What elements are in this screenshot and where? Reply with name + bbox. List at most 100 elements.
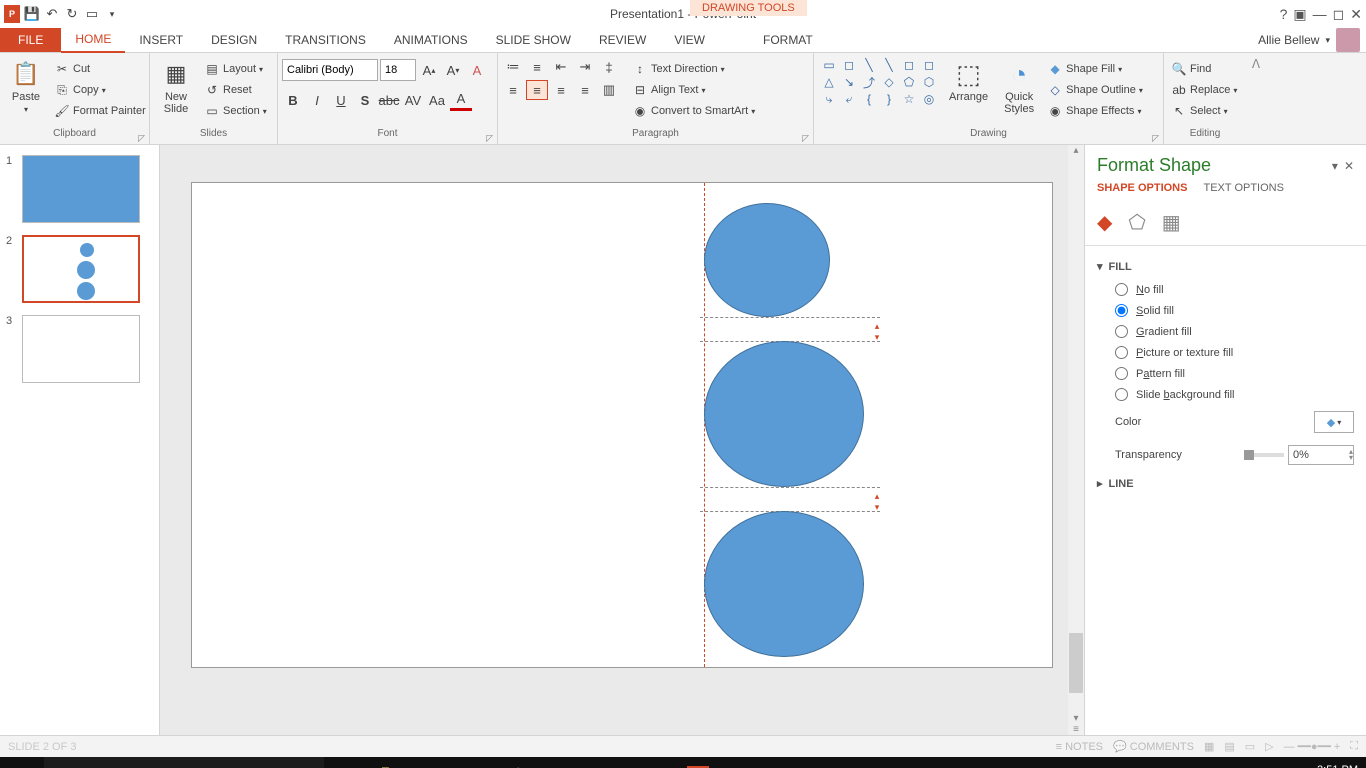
- ribbon-options-icon[interactable]: ▣: [1293, 6, 1306, 23]
- pane-options-icon[interactable]: ▾: [1332, 159, 1338, 173]
- file-explorer-icon[interactable]: 🗀: [368, 757, 412, 768]
- edge-icon[interactable]: e: [412, 757, 456, 768]
- picture-fill-radio[interactable]: Picture or texture fill: [1097, 342, 1354, 363]
- underline-button[interactable]: U: [330, 89, 352, 111]
- gradient-fill-radio[interactable]: Gradient fill: [1097, 321, 1354, 342]
- task-view-icon[interactable]: ◫: [324, 757, 368, 768]
- thumbnail-2[interactable]: 2: [6, 235, 153, 303]
- skype-icon[interactable]: S: [632, 757, 676, 768]
- clipboard-launcher-icon[interactable]: ◸: [138, 133, 145, 144]
- justify-icon[interactable]: ≡: [574, 80, 596, 100]
- maximize-icon[interactable]: ◻: [1333, 6, 1345, 23]
- char-spacing-icon[interactable]: AV: [402, 89, 424, 111]
- powerpoint-taskbar-icon[interactable]: P: [676, 757, 720, 768]
- fill-line-icon[interactable]: ◆: [1097, 210, 1112, 235]
- cut-button[interactable]: ✂Cut: [51, 59, 149, 79]
- columns-icon[interactable]: ▥: [598, 80, 620, 100]
- tab-slideshow[interactable]: SLIDE SHOW: [482, 28, 585, 52]
- tab-view[interactable]: VIEW: [660, 28, 719, 52]
- italic-button[interactable]: I: [306, 89, 328, 111]
- clear-formatting-icon[interactable]: A: [466, 59, 488, 81]
- align-right-icon[interactable]: ≡: [550, 80, 572, 100]
- tab-file[interactable]: FILE: [0, 28, 61, 52]
- store-icon[interactable]: 🛍: [500, 757, 544, 768]
- pane-close-icon[interactable]: ✕: [1344, 159, 1354, 173]
- paragraph-launcher-icon[interactable]: ◸: [802, 133, 809, 144]
- shape-oval-3[interactable]: [704, 511, 864, 657]
- paste-button[interactable]: 📋 Paste ▾: [4, 55, 48, 118]
- effects-icon[interactable]: ⬠: [1128, 210, 1145, 235]
- shape-options-tab[interactable]: SHAPE OPTIONS: [1097, 182, 1187, 198]
- slideshow-view-icon[interactable]: ▷: [1265, 740, 1273, 753]
- quick-styles-button[interactable]: ◔ Quick Styles: [997, 55, 1041, 119]
- close-icon[interactable]: ✕: [1350, 6, 1362, 23]
- thumbnail-1[interactable]: 1: [6, 155, 153, 223]
- pattern-fill-radio[interactable]: Pattern fill: [1097, 363, 1354, 384]
- tab-home[interactable]: HOME: [61, 27, 125, 53]
- slideshow-icon[interactable]: ▭: [84, 6, 100, 22]
- text-options-tab[interactable]: TEXT OPTIONS: [1203, 182, 1283, 198]
- shape-outline-button[interactable]: ◇Shape Outline▾: [1044, 80, 1146, 100]
- tab-review[interactable]: REVIEW: [585, 28, 660, 52]
- fill-color-button[interactable]: ◆▾: [1314, 411, 1354, 433]
- text-direction-button[interactable]: ↕Text Direction▾: [629, 59, 758, 79]
- normal-view-icon[interactable]: ▦: [1204, 740, 1214, 753]
- layout-button[interactable]: ▤Layout▾: [201, 59, 270, 79]
- start-button[interactable]: ⊞: [0, 757, 44, 768]
- shape-oval-1[interactable]: [704, 203, 830, 317]
- shape-oval-2[interactable]: [704, 341, 864, 487]
- tab-format[interactable]: FORMAT: [749, 28, 827, 52]
- format-painter-button[interactable]: 🖌Format Painter: [51, 101, 149, 121]
- transparency-input[interactable]: 0%▴▾: [1288, 445, 1354, 465]
- transparency-slider[interactable]: [1244, 453, 1284, 457]
- section-button[interactable]: ▭Section▾: [201, 101, 270, 121]
- shape-fill-button[interactable]: ◆Shape Fill▾: [1044, 59, 1146, 79]
- tab-animations[interactable]: ANIMATIONS: [380, 28, 482, 52]
- shape-effects-button[interactable]: ◉Shape Effects▾: [1044, 101, 1146, 121]
- user-name[interactable]: Allie Bellew: [1258, 33, 1319, 47]
- select-button[interactable]: ↖Select▾: [1168, 101, 1240, 121]
- shapes-gallery[interactable]: ▭◻╲╲◻◻ △↘⤴◇⬠⬡ ⤷⤶{}☆◎: [818, 55, 940, 109]
- help-icon[interactable]: ?: [1280, 6, 1288, 22]
- no-fill-radio[interactable]: NNo fillo fill: [1097, 279, 1354, 300]
- qat-dropdown-icon[interactable]: ▾: [104, 6, 120, 22]
- decrease-indent-icon[interactable]: ⇤: [550, 57, 572, 77]
- outlook-icon[interactable]: ✉: [544, 757, 588, 768]
- snip-icon[interactable]: ✂: [588, 757, 632, 768]
- minimize-icon[interactable]: —: [1313, 6, 1327, 22]
- zoom-slider[interactable]: — ━━●━━ +: [1284, 740, 1341, 753]
- slide-counter[interactable]: SLIDE 2 OF 3: [8, 741, 76, 753]
- shadow-button[interactable]: S: [354, 89, 376, 111]
- find-button[interactable]: 🔍Find: [1168, 59, 1240, 79]
- notes-button[interactable]: ≡ NOTES: [1056, 741, 1103, 753]
- align-left-icon[interactable]: ≡: [502, 80, 524, 100]
- slide-editor[interactable]: ▴▾ ▴▾ ▴ ▾ ≡: [160, 145, 1084, 735]
- align-text-button[interactable]: ⊟Align Text▾: [629, 80, 758, 100]
- system-clock[interactable]: 2:51 PM 8/19/2015: [1309, 764, 1358, 768]
- size-properties-icon[interactable]: ▦: [1162, 210, 1181, 235]
- slide-bg-fill-radio[interactable]: Slide background fill: [1097, 384, 1354, 405]
- fill-section-toggle[interactable]: ▾FILL: [1097, 254, 1354, 279]
- bold-button[interactable]: B: [282, 89, 304, 111]
- convert-smartart-button[interactable]: ◉Convert to SmartArt▾: [629, 101, 758, 121]
- drawing-launcher-icon[interactable]: ◸: [1152, 133, 1159, 144]
- sorter-view-icon[interactable]: ▤: [1224, 740, 1234, 753]
- bullets-icon[interactable]: ≔: [502, 57, 524, 77]
- save-icon[interactable]: 💾: [24, 6, 40, 22]
- replace-button[interactable]: abReplace▾: [1168, 80, 1240, 100]
- strikethrough-button[interactable]: abc: [378, 89, 400, 111]
- tab-transitions[interactable]: TRANSITIONS: [271, 28, 380, 52]
- font-size-combo[interactable]: [380, 59, 416, 81]
- change-case-icon[interactable]: Aa: [426, 89, 448, 111]
- vertical-scrollbar[interactable]: ▴ ▾ ≡: [1068, 145, 1084, 735]
- slide-canvas[interactable]: ▴▾ ▴▾: [191, 182, 1053, 668]
- tab-design[interactable]: DESIGN: [197, 28, 271, 52]
- thumbnail-3[interactable]: 3: [6, 315, 153, 383]
- cortana-search[interactable]: ◯ Ask me anything: [44, 757, 324, 768]
- numbering-icon[interactable]: ≡: [526, 57, 548, 77]
- increase-indent-icon[interactable]: ⇥: [574, 57, 596, 77]
- redo-icon[interactable]: ↻: [64, 6, 80, 22]
- increase-font-icon[interactable]: A▴: [418, 59, 440, 81]
- new-slide-button[interactable]: ▦ New Slide: [154, 55, 198, 119]
- line-section-toggle[interactable]: ▸LINE: [1097, 471, 1354, 496]
